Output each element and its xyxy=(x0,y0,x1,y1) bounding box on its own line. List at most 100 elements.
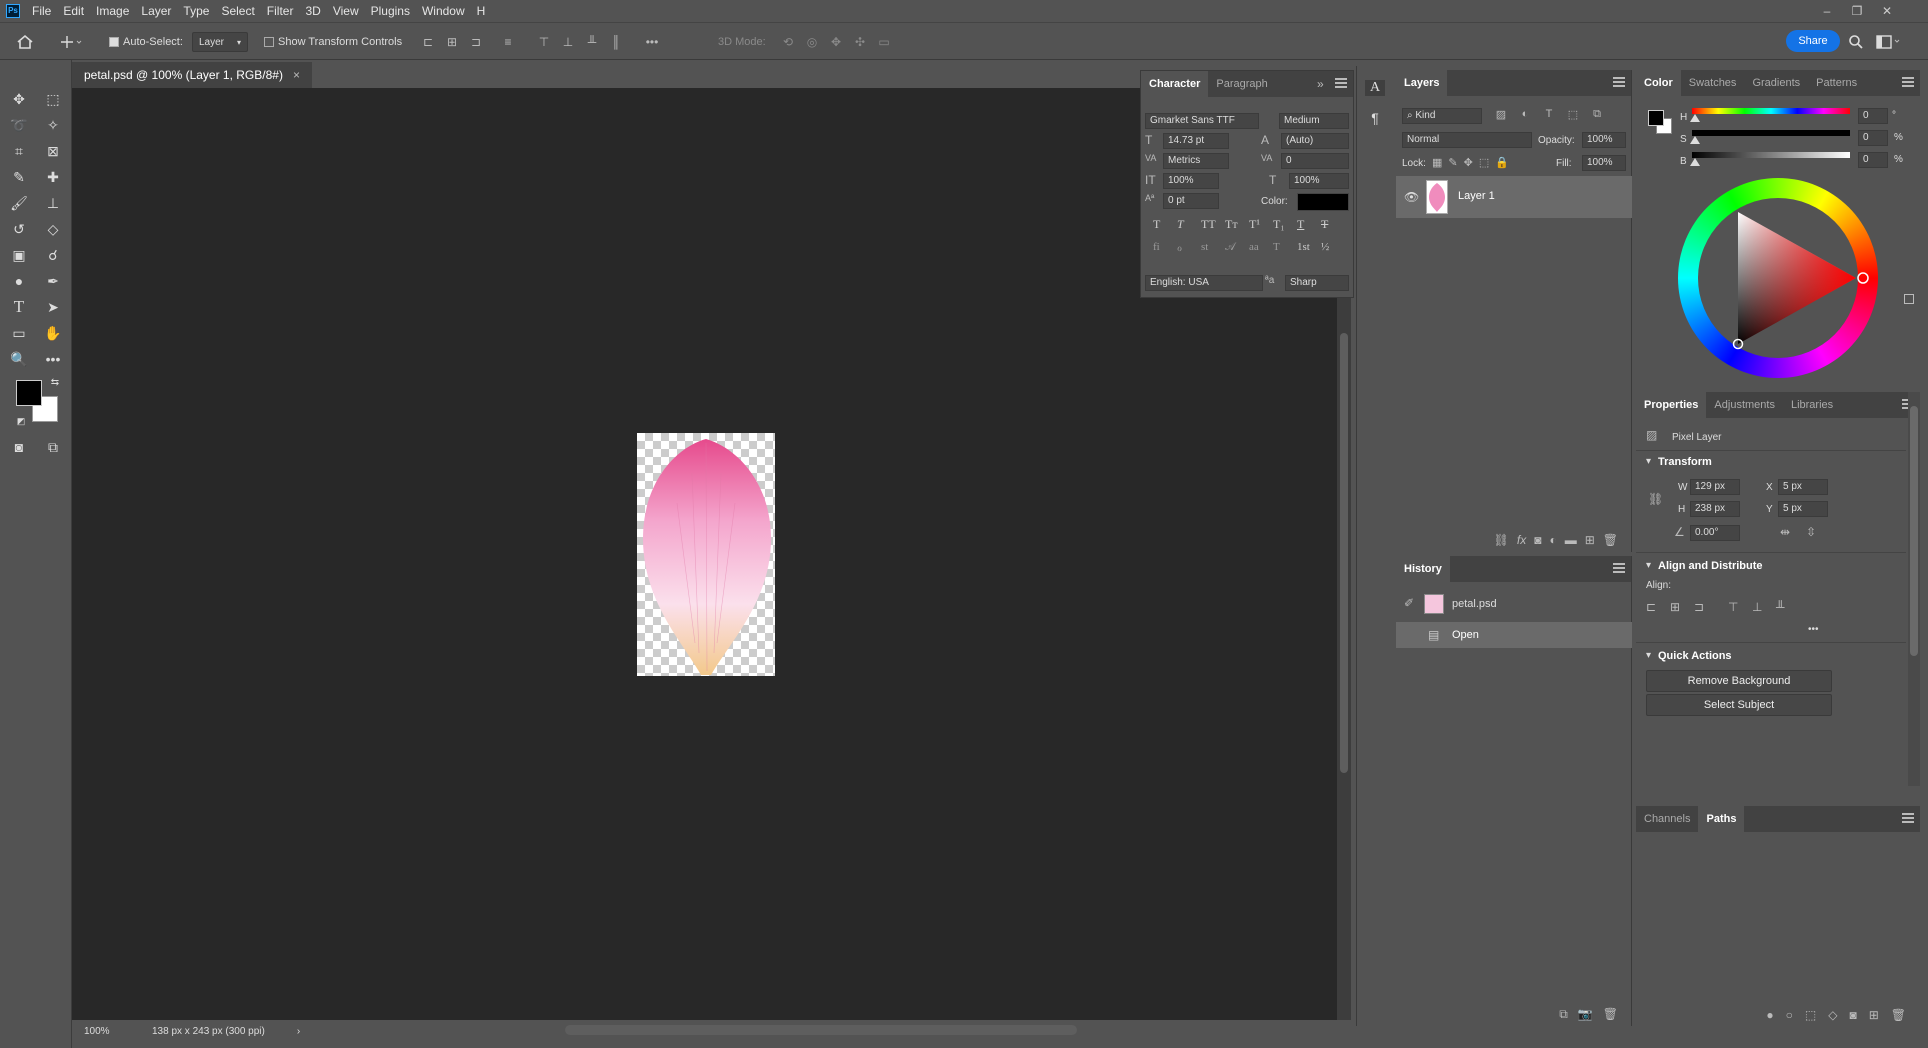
workspace-icon[interactable] xyxy=(1876,34,1902,50)
tab-swatches[interactable]: Swatches xyxy=(1681,70,1745,96)
show-transform-checkbox[interactable] xyxy=(264,37,274,47)
tab-properties[interactable]: Properties xyxy=(1636,392,1707,418)
y-field[interactable]: 5 px xyxy=(1778,501,1828,517)
chevron-down-icon[interactable]: ▾ xyxy=(1646,560,1651,571)
history-state-row[interactable]: ▤ Open xyxy=(1396,622,1632,648)
menu-filter[interactable]: Filter xyxy=(261,4,300,18)
tab-channels[interactable]: Channels xyxy=(1636,806,1698,832)
document-image[interactable] xyxy=(637,433,775,676)
smart-object-filter-icon[interactable]: ⧉ xyxy=(1586,108,1608,121)
auto-select-dropdown[interactable]: Layer ▾ xyxy=(192,32,248,52)
align-left-icon[interactable]: ⊏ xyxy=(416,35,440,49)
align-middle-icon[interactable]: ⊥ xyxy=(556,35,580,49)
kerning-field[interactable]: Metrics xyxy=(1163,153,1229,169)
delete-path-icon[interactable]: 🗑 xyxy=(1891,1008,1906,1022)
new-group-icon[interactable]: ▬ xyxy=(1565,533,1577,547)
close-tab-icon[interactable]: × xyxy=(293,68,300,82)
menu-window[interactable]: Window xyxy=(416,4,471,18)
pixel-filter-icon[interactable]: ▨ xyxy=(1490,108,1512,121)
menu-view[interactable]: View xyxy=(327,4,365,18)
new-document-from-state-icon[interactable]: ⧉ xyxy=(1559,1007,1568,1022)
rectangle-tool-icon[interactable]: ▭ xyxy=(8,322,30,344)
roll-3d-icon[interactable]: ◎ xyxy=(800,35,824,49)
type-tool-icon[interactable]: T xyxy=(8,296,30,318)
marquee-tool-icon[interactable]: ⬚ xyxy=(42,88,64,110)
distribute-vertical-icon[interactable]: ║ xyxy=(604,35,628,49)
layer-row[interactable]: 👁 Layer 1 xyxy=(1396,176,1632,218)
move-tool-icon[interactable]: ✥ xyxy=(8,88,30,110)
chevron-down-icon[interactable]: ▾ xyxy=(1646,650,1651,661)
tab-libraries[interactable]: Libraries xyxy=(1783,392,1841,418)
snapshot-camera-icon[interactable]: 📷 xyxy=(1578,1007,1593,1021)
color-panel-menu-icon[interactable] xyxy=(1902,77,1914,87)
new-layer-icon[interactable]: ⊞ xyxy=(1585,533,1595,547)
transform-section-title[interactable]: Transform xyxy=(1658,456,1712,468)
blend-mode-select[interactable]: Normal xyxy=(1402,132,1532,148)
more-align-options-icon[interactable]: ••• xyxy=(1808,624,1819,635)
horizontal-scale-field[interactable]: 100% xyxy=(1289,173,1349,189)
restore-button[interactable]: ❐ xyxy=(1842,4,1872,18)
status-chevron-icon[interactable]: › xyxy=(297,1026,300,1037)
remove-background-button[interactable]: Remove Background xyxy=(1646,670,1832,692)
small-caps-icon[interactable]: Tт xyxy=(1225,217,1245,232)
menu-select[interactable]: Select xyxy=(215,4,260,18)
screen-mode-icon[interactable]: ⧉ xyxy=(42,436,64,458)
delete-layer-icon[interactable]: 🗑 xyxy=(1603,533,1618,547)
lock-transparent-icon[interactable]: ▦ xyxy=(1432,156,1442,169)
hand-tool-icon[interactable]: ✋ xyxy=(42,322,64,344)
character-panel-menu-icon[interactable] xyxy=(1335,78,1347,88)
swash-icon[interactable]: 𝒜 xyxy=(1225,241,1245,254)
subscript-icon[interactable]: T₁ xyxy=(1273,217,1293,232)
history-snapshot-row[interactable]: ✐ petal.psd xyxy=(1396,590,1632,618)
font-family-select[interactable]: Gmarket Sans TTF xyxy=(1145,113,1259,129)
lock-image-icon[interactable]: ✎ xyxy=(1448,156,1457,169)
frame-tool-icon[interactable]: ⊠ xyxy=(42,140,64,162)
swap-colors-icon[interactable]: ⇆ xyxy=(44,372,66,394)
hue-slider-handle[interactable] xyxy=(1690,114,1700,122)
new-path-icon[interactable]: ⊞ xyxy=(1869,1008,1879,1022)
chevron-down-icon[interactable]: ▾ xyxy=(1646,456,1651,467)
link-proportions-icon[interactable]: ⛓ xyxy=(1648,492,1663,506)
stamp-tool-icon[interactable]: ⊥ xyxy=(42,192,64,214)
layers-panel-menu-icon[interactable] xyxy=(1613,77,1625,87)
tracking-field[interactable]: 0 xyxy=(1281,153,1349,169)
paths-panel-menu-icon[interactable] xyxy=(1902,813,1914,823)
distribute-icon[interactable]: ≡ xyxy=(496,35,520,49)
tab-paths[interactable]: Paths xyxy=(1698,806,1745,832)
expand-wheel-icon[interactable] xyxy=(1904,294,1914,304)
layer-filter-select[interactable]: ⌕ Kind xyxy=(1402,108,1482,124)
faux-italic-icon[interactable]: T xyxy=(1177,217,1197,232)
brightness-slider-handle[interactable] xyxy=(1690,158,1700,166)
ordinals-icon[interactable]: 1st xyxy=(1297,241,1317,254)
stylistic-alternates-icon[interactable]: aa xyxy=(1249,241,1269,254)
vertical-scroll-thumb[interactable] xyxy=(1340,333,1348,773)
layer-name[interactable]: Layer 1 xyxy=(1458,190,1495,202)
baseline-shift-field[interactable]: 0 pt xyxy=(1163,193,1219,209)
lock-position-icon[interactable]: ✥ xyxy=(1464,156,1473,169)
vertical-scale-field[interactable]: 100% xyxy=(1163,173,1219,189)
menu-type[interactable]: Type xyxy=(177,4,215,18)
old-style-icon[interactable]: ℴ xyxy=(1177,241,1197,254)
paragraph-panel-icon[interactable]: ¶ xyxy=(1365,110,1385,126)
lock-artboard-icon[interactable]: ⬚ xyxy=(1479,156,1489,169)
titling-icon[interactable]: T xyxy=(1273,241,1293,254)
zoom-tool-icon[interactable]: 🔍 xyxy=(8,348,30,370)
horizontal-scroll-thumb[interactable] xyxy=(565,1025,1077,1035)
x-field[interactable]: 5 px xyxy=(1778,479,1828,495)
faux-bold-icon[interactable]: T xyxy=(1153,217,1173,232)
antialias-select[interactable]: Sharp xyxy=(1285,275,1349,291)
menu-file[interactable]: File xyxy=(26,4,57,18)
menu-edit[interactable]: Edit xyxy=(57,4,90,18)
hue-ring-marker[interactable] xyxy=(1857,272,1869,284)
magic-wand-icon[interactable]: ✧ xyxy=(42,114,64,136)
tab-character[interactable]: Character xyxy=(1141,71,1209,97)
align-top-icon[interactable]: ⊤ xyxy=(532,35,556,49)
zoom-level[interactable]: 100% xyxy=(84,1026,144,1037)
leading-field[interactable]: (Auto) xyxy=(1281,133,1349,149)
menu-plugins[interactable]: Plugins xyxy=(365,4,416,18)
orbit-3d-icon[interactable]: ⟲ xyxy=(776,35,800,49)
eraser-tool-icon[interactable]: ◇ xyxy=(42,218,64,240)
font-style-select[interactable]: Medium xyxy=(1279,113,1349,129)
align-section-title[interactable]: Align and Distribute xyxy=(1658,560,1763,572)
add-path-mask-icon[interactable]: ◙ xyxy=(1849,1008,1856,1022)
